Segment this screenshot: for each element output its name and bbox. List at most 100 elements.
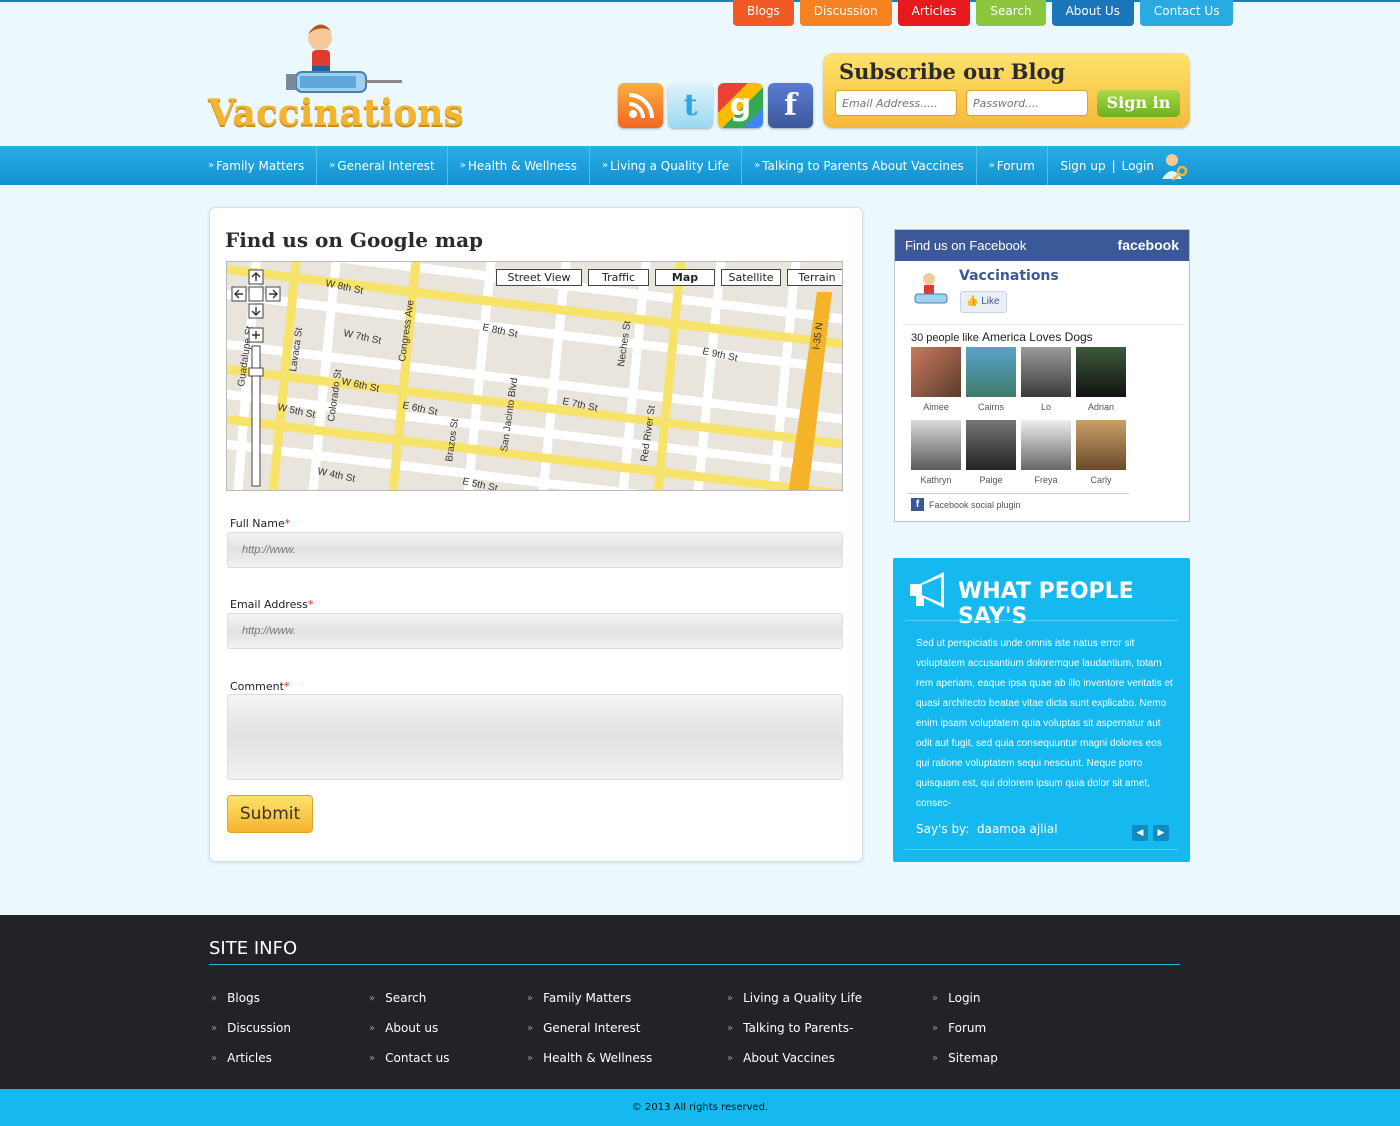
top-tab-contact-us[interactable]: Contact Us	[1139, 0, 1234, 26]
testimonial-text: Sed ut perspiciatis unde omnis iste natu…	[916, 638, 1173, 809]
top-tab-discussion[interactable]: Discussion	[799, 0, 892, 26]
top-tab-blogs[interactable]: Blogs	[733, 0, 794, 26]
testimonial-box: WHAT PEOPLE SAY'S Sed ut perspiciatis un…	[893, 558, 1190, 862]
divider	[907, 493, 1129, 494]
user-key-icon[interactable]	[1160, 151, 1190, 181]
facebook-fan[interactable]: Aimee	[911, 347, 961, 420]
facebook-fan[interactable]: Paige	[966, 420, 1016, 493]
footer-link-health-wellness[interactable]: » Health & Wellness	[527, 1043, 652, 1073]
email-address-label: Email Address*	[230, 598, 314, 611]
chevron-right-icon: »	[208, 160, 214, 171]
nav-item-family-matters[interactable]: » Family Matters	[208, 146, 318, 185]
main-nav: » Family Matters » General Interest » Healt…	[0, 146, 1400, 185]
facebook-fan[interactable]: Freya	[1021, 420, 1071, 493]
top-tab-search[interactable]: Search	[976, 0, 1046, 26]
facebook-widget: Find us on Facebook facebook Vaccination…	[894, 229, 1190, 522]
map-zoom-pan-control[interactable]	[230, 268, 286, 490]
google-map[interactable]: W 8th St W 7th St W 6th St W 5th St W 4t…	[226, 261, 843, 491]
facebook-fan[interactable]: Adrian	[1076, 347, 1126, 420]
nav-item-talking-to-parents[interactable]: » Talking to Parents About Vaccines	[754, 146, 977, 185]
map-terrain-button[interactable]: Terrain	[787, 269, 842, 286]
footer-link-talking-to-parents[interactable]: » Talking to Parents-	[727, 1013, 862, 1043]
facebook-fan[interactable]: Carly	[1076, 420, 1126, 493]
testimonial-title: WHAT PEOPLE SAY'S	[958, 579, 1134, 629]
map-satellite-button[interactable]: Satellite	[721, 269, 781, 286]
full-name-label: Full Name*	[230, 517, 291, 530]
copyright: © 2013 All rights reserved.	[0, 1089, 1400, 1126]
footer-column: » Login » Forum » Sitemap	[932, 983, 998, 1073]
comment-label: Comment*	[230, 680, 290, 693]
top-tab-about-us[interactable]: About Us	[1051, 0, 1134, 26]
divider	[209, 964, 1180, 965]
facebook-fans-grid: Aimee Cairns Lo Adrian Kathryn Paige Fre…	[911, 347, 1131, 493]
top-tab-articles[interactable]: Articles	[897, 0, 971, 26]
divider	[905, 620, 1178, 621]
comment-textarea[interactable]	[227, 694, 843, 780]
prev-arrow-icon[interactable]: ◀	[1132, 825, 1148, 841]
top-tabs: Blogs Discussion Articles Search About U…	[733, 0, 1234, 26]
map-streets: W 8th St W 7th St W 6th St W 5th St W 4t…	[227, 262, 842, 490]
footer-link-about-vaccines[interactable]: » About Vaccines	[727, 1043, 862, 1073]
map-street-view-button[interactable]: Street View	[496, 269, 582, 286]
footer-link-living-quality-life[interactable]: » Living a Quality Life	[727, 983, 862, 1013]
facebook-fan[interactable]: Kathryn	[911, 420, 961, 493]
megaphone-icon	[910, 572, 944, 608]
subscribe-email-input[interactable]	[835, 90, 957, 116]
email-address-input[interactable]	[227, 613, 843, 649]
chevron-right-icon: »	[988, 160, 995, 171]
facebook-fan[interactable]: Lo	[1021, 347, 1071, 420]
submit-button[interactable]: Submit	[227, 795, 313, 833]
map-traffic-button[interactable]: Traffic	[588, 269, 649, 286]
chevron-right-icon: »	[601, 160, 608, 171]
next-arrow-icon[interactable]: ▶	[1153, 825, 1169, 841]
vaccinations-page-avatar[interactable]	[911, 270, 951, 310]
contact-panel: Find us on Google map W 8th St W 7th St …	[209, 207, 863, 862]
chevron-right-icon: »	[754, 160, 760, 171]
footer-link-login[interactable]: » Login	[932, 983, 998, 1013]
facebook-like-count: 30 people like America Loves Dogs	[911, 330, 1093, 344]
facebook-like-button[interactable]: 👍 Like	[960, 291, 1007, 313]
chevron-right-icon: »	[459, 160, 466, 171]
footer-link-general-interest[interactable]: » General Interest	[527, 1013, 652, 1043]
subscribe-title: Subscribe our Blog	[839, 59, 1066, 84]
login-link[interactable]: Login	[1122, 159, 1154, 173]
footer: SITE INFO » Blogs » Discussion » Articles »…	[0, 915, 1400, 1089]
nav-item-living-quality-life[interactable]: » Living a Quality Life	[601, 146, 743, 185]
google-icon[interactable]: g	[718, 83, 763, 128]
subscribe-password-input[interactable]	[966, 90, 1088, 116]
rss-icon[interactable]	[618, 83, 663, 128]
footer-link-sitemap[interactable]: » Sitemap	[932, 1043, 998, 1073]
footer-link-family-matters[interactable]: » Family Matters	[527, 983, 652, 1013]
map-map-button[interactable]: Map	[655, 269, 715, 286]
logo-text[interactable]: Vaccinations	[208, 92, 464, 134]
footer-link-contact-us[interactable]: » Contact us	[369, 1043, 449, 1073]
footer-column: » Blogs » Discussion » Articles	[211, 983, 291, 1073]
page-title: Find us on Google map	[225, 228, 484, 252]
facebook-widget-header: Find us on Facebook facebook	[895, 230, 1189, 261]
sign-up-link[interactable]: Sign up	[1060, 159, 1105, 173]
footer-link-blogs[interactable]: » Blogs	[211, 983, 291, 1013]
sign-in-button[interactable]: Sign in	[1097, 90, 1180, 117]
twitter-icon[interactable]: t	[668, 83, 713, 128]
map-type-buttons: Street View Traffic Map Satellite Terrai…	[496, 269, 842, 286]
nav-item-forum[interactable]: » Forum	[989, 146, 1048, 185]
footer-column: » Family Matters » General Interest » Healt…	[527, 983, 652, 1073]
footer-title: SITE INFO	[209, 938, 298, 959]
nav-item-general-interest[interactable]: » General Interest	[329, 146, 448, 185]
footer-link-discussion[interactable]: » Discussion	[211, 1013, 291, 1043]
facebook-page-name[interactable]: Vaccinations	[959, 268, 1059, 284]
testimonial-author: Say's by: daamoa ajlial	[916, 822, 1058, 836]
chevron-right-icon: »	[329, 160, 335, 171]
footer-link-articles[interactable]: » Articles	[211, 1043, 291, 1073]
facebook-brand: facebook	[1117, 237, 1179, 253]
footer-link-about-us[interactable]: » About us	[369, 1013, 449, 1043]
divider	[905, 849, 1178, 850]
full-name-input[interactable]	[227, 532, 843, 568]
facebook-icon[interactable]: f	[768, 83, 813, 128]
nav-item-health-wellness[interactable]: » Health & Wellness	[460, 146, 590, 185]
footer-link-forum[interactable]: » Forum	[932, 1013, 998, 1043]
footer-column: » Search » About us » Contact us	[369, 983, 449, 1073]
facebook-social-plugin[interactable]: f Facebook social plugin	[911, 498, 1021, 511]
facebook-fan[interactable]: Cairns	[966, 347, 1016, 420]
footer-link-search[interactable]: » Search	[369, 983, 449, 1013]
